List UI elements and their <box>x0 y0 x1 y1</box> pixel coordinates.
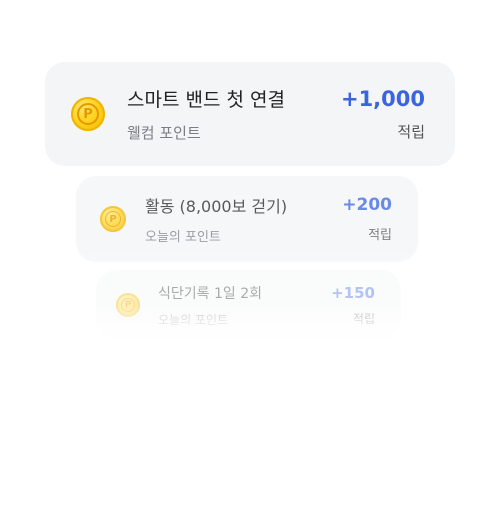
coin-p-icon: P <box>100 206 126 232</box>
coin-letter: P <box>105 211 121 227</box>
coin-p-icon: P <box>71 97 105 131</box>
point-title: 스마트 밴드 첫 연결 <box>127 89 285 111</box>
point-card-activity: P 활동 (8,000보 걷기) 오늘의 포인트 +200 적립 <box>76 176 418 262</box>
coin-letter: P <box>77 103 99 125</box>
point-unit: 적립 <box>368 228 392 243</box>
point-card-diet: P 식단기록 1일 2회 오늘의 포인트 +150 적립 <box>96 270 401 340</box>
point-subtitle: 웰컴 포인트 <box>127 124 201 142</box>
point-amount: +200 <box>342 195 392 215</box>
coin-letter: P <box>121 298 135 312</box>
point-unit: 적립 <box>352 311 375 326</box>
point-subtitle: 오늘의 포인트 <box>158 312 229 327</box>
point-title: 식단기록 1일 2회 <box>158 285 262 302</box>
point-amount: +1,000 <box>340 86 425 111</box>
point-subtitle: 오늘의 포인트 <box>145 230 221 245</box>
coin-p-icon: P <box>116 293 140 317</box>
point-title: 활동 (8,000보 걷기) <box>145 197 288 216</box>
point-card-welcome: P 스마트 밴드 첫 연결 웰컴 포인트 +1,000 적립 <box>45 62 455 166</box>
point-amount: +150 <box>331 283 375 302</box>
point-unit: 적립 <box>397 122 425 141</box>
